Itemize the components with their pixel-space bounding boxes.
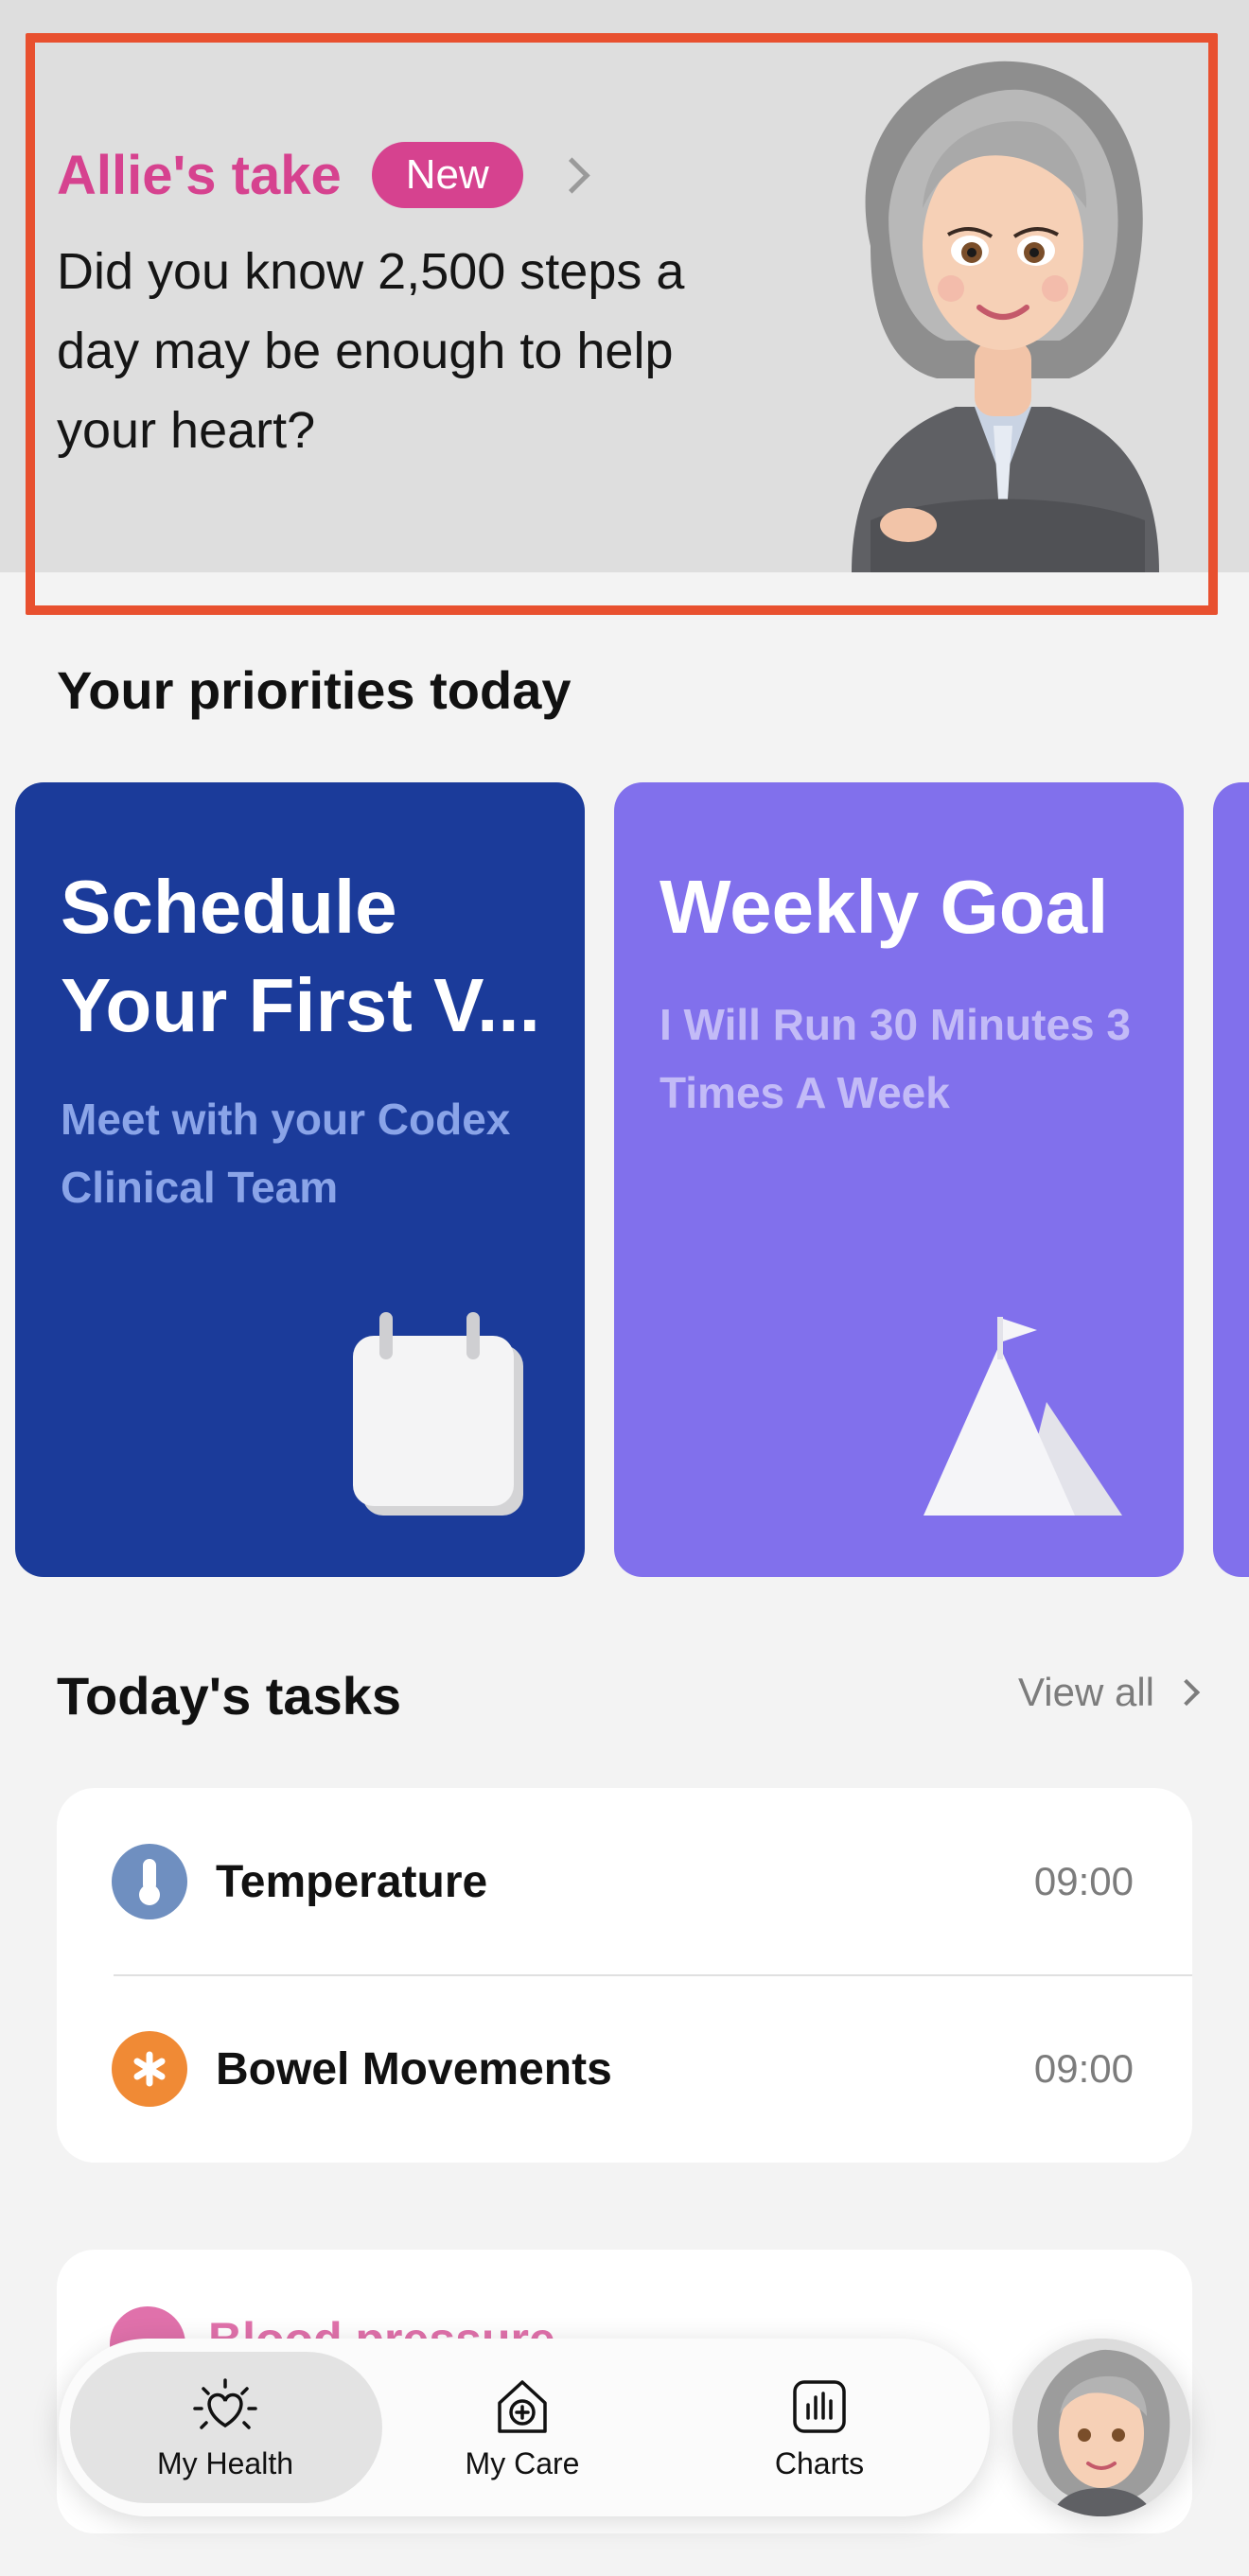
task-time: 09:00: [1033, 1859, 1134, 1903]
bar-chart-icon: [793, 2379, 846, 2433]
chevron-right-icon: [1172, 1678, 1201, 1707]
task-time: 09:00: [1033, 2046, 1134, 2091]
allie-avatar-button[interactable]: [1012, 2339, 1190, 2516]
asterisk-icon: [112, 2031, 187, 2107]
highlight-frame: [26, 33, 1218, 615]
calendar-icon: [353, 1312, 523, 1516]
priority-card-next-peek[interactable]: [1213, 782, 1249, 1577]
nav-item-my-health[interactable]: My Health: [102, 2357, 348, 2499]
priority-card-schedule-visit[interactable]: Schedule Your First V... Meet with your …: [15, 782, 585, 1577]
priority-card-title: Weekly Goal: [660, 865, 1109, 949]
view-all-link[interactable]: View all: [1018, 1670, 1201, 1715]
nav-item-my-care[interactable]: My Care: [399, 2357, 645, 2499]
nav-label: My Care: [465, 2445, 580, 2480]
priorities-heading: Your priorities today: [57, 660, 572, 720]
tasks-list: Temperature 09:00 Bowel Movements 09:00: [57, 1788, 1192, 2163]
nav-item-charts[interactable]: Charts: [696, 2357, 942, 2499]
task-row-bowel-movements[interactable]: Bowel Movements 09:00: [57, 1975, 1192, 2163]
mountain-flag-icon: [924, 1317, 1122, 1516]
house-plus-icon: [498, 2379, 547, 2433]
task-row-temperature[interactable]: Temperature 09:00: [57, 1788, 1192, 1975]
nav-label: Charts: [774, 2445, 865, 2480]
task-name: Temperature: [216, 1856, 488, 1907]
bottom-nav: My Health My Care Charts: [59, 2339, 990, 2516]
heart-sun-icon: [193, 2377, 257, 2429]
allie-avatar-icon: [1012, 2339, 1190, 2516]
tasks-heading: Today's tasks: [57, 1666, 401, 1726]
priority-card-title: Schedule Your First V...: [61, 865, 540, 1047]
task-name: Bowel Movements: [216, 2043, 612, 2094]
thermometer-icon: [112, 1844, 187, 1919]
priority-card-subtitle: Meet with your Codex Clinical Team: [61, 1095, 511, 1212]
nav-label: My Health: [156, 2445, 294, 2480]
view-all-label: View all: [1018, 1670, 1154, 1714]
priority-card-subtitle: I Will Run 30 Minutes 3 Times A Week: [660, 1000, 1131, 1117]
priority-card-weekly-goal[interactable]: Weekly Goal I Will Run 30 Minutes 3 Time…: [614, 782, 1184, 1577]
